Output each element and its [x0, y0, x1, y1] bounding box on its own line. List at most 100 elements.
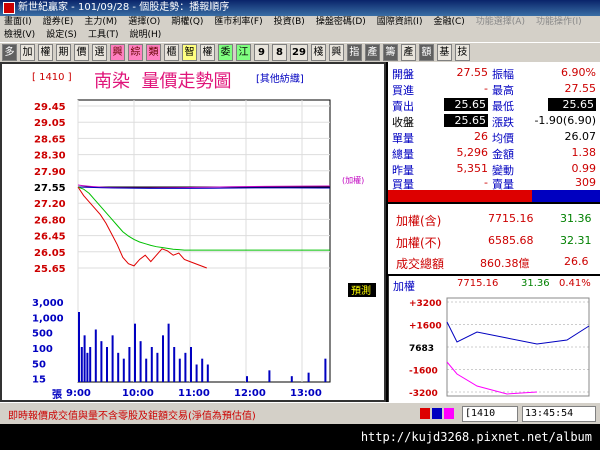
- volume-tick-label: 50: [32, 359, 46, 370]
- volume-tick-label: 3,000: [32, 298, 64, 309]
- volume-bar: [145, 358, 148, 382]
- index-panel: 加權(含) 7715.16 31.36 加權(不) 6585.68 32.31 …: [388, 204, 600, 274]
- volume-bar: [162, 335, 164, 382]
- avg-value: 26.07: [564, 130, 597, 143]
- volume-bar: [89, 347, 92, 382]
- toolbar-button[interactable]: 基: [436, 44, 452, 61]
- toolbar-button[interactable]: 額: [418, 44, 434, 61]
- ask-value: 25.65: [444, 98, 488, 111]
- toolbar-button[interactable]: 江: [236, 44, 251, 61]
- menu-item[interactable]: 期權(Q): [171, 16, 203, 29]
- volume-bar: [117, 352, 120, 382]
- toolbar-button[interactable]: 籌: [382, 44, 398, 61]
- close-value: 25.65: [444, 114, 488, 127]
- menu-item[interactable]: 說明(H): [129, 29, 161, 42]
- toolbar-button[interactable]: 智: [182, 44, 197, 61]
- toolbar-button[interactable]: 價: [74, 44, 89, 61]
- toolbar-button[interactable]: 綜: [128, 44, 143, 61]
- toolbar-button[interactable]: 期: [56, 44, 71, 61]
- turnover-value: 860.38億: [480, 257, 530, 270]
- menu-item[interactable]: 金融(C): [433, 16, 464, 29]
- toolbar: 多加權期價選興綜類櫃智權委江 9 8 29 棧興指產籌產額基技: [0, 42, 600, 62]
- ask-label: 賣出: [392, 100, 414, 113]
- menu-row-2: 檢視(V) 設定(S) 工具(T) 說明(H): [4, 29, 600, 42]
- chart-title-text: 量價走勢圖: [141, 71, 232, 92]
- volume-bar: [173, 347, 176, 382]
- toolbar-button[interactable]: 委: [218, 44, 233, 61]
- menu-item[interactable]: 檢視(V): [4, 29, 35, 42]
- toolbar-button[interactable]: 產: [364, 44, 380, 61]
- price-tick-label: 27.55: [34, 183, 66, 194]
- menu-item[interactable]: 操盤密碼(D): [316, 16, 366, 29]
- price-tick-label: 29.45: [34, 102, 66, 113]
- menu-item[interactable]: 工具(T): [88, 29, 119, 42]
- quote-panel: 開盤 27.55 振幅 6.90% 買進 - 最高 27.55 賣出 25.65…: [388, 62, 600, 191]
- toolbar-button[interactable]: 9: [254, 44, 269, 61]
- close-label: 收盤: [392, 116, 414, 129]
- turnover-label: 成交總額: [396, 257, 445, 271]
- watermark-url: http://kujd3268.pixnet.net/album: [360, 430, 592, 444]
- time-tick-label: 12:00: [234, 388, 266, 399]
- toolbar-button[interactable]: 權: [38, 44, 53, 61]
- toolbar-button[interactable]: 多: [2, 44, 17, 61]
- menu-item[interactable]: 畫面(I): [4, 16, 32, 29]
- quote-row-ask: 賣出 25.65 最低 25.65: [388, 98, 600, 113]
- volume-bar: [128, 347, 131, 382]
- toolbar-button[interactable]: 櫃: [164, 44, 179, 61]
- index-incl-value: 7715.16: [488, 212, 534, 225]
- mini-index-line: [446, 321, 590, 345]
- buy-sell-bar: [388, 190, 600, 202]
- menu-item[interactable]: 功能選擇(A): [476, 16, 525, 29]
- menu-item[interactable]: 投資(B): [274, 16, 305, 29]
- volume-bar: [78, 312, 80, 382]
- toolbar-button[interactable]: 產: [400, 44, 416, 61]
- amp-label: 振幅: [492, 68, 514, 81]
- toolbar-button[interactable]: 興: [110, 44, 125, 61]
- prev-value: 5,351: [456, 162, 489, 175]
- menu-item[interactable]: 功能操作(I): [536, 16, 582, 29]
- menu-item[interactable]: 設定(S): [46, 29, 77, 42]
- menu-item[interactable]: 證券(E): [43, 16, 74, 29]
- price-tick-label: 27.90: [34, 167, 66, 178]
- status-note: 即時報價成交值與量不含零股及鉅額交易(淨值為預估值): [8, 411, 256, 422]
- toolbar-button[interactable]: 29: [290, 44, 308, 61]
- menu-row-1: 畫面(I) 證券(E) 主力(M) 選擇(O) 期權(Q) 匯市利率(F) 投資(B) 操盤密…: [4, 16, 600, 29]
- toolbar-button[interactable]: 指: [346, 44, 362, 61]
- toolbar-button[interactable]: 8: [272, 44, 287, 61]
- toolbar-button[interactable]: 選: [92, 44, 107, 61]
- volume-tick-label: 500: [32, 329, 53, 340]
- toolbar-button[interactable]: 權: [200, 44, 215, 61]
- open-label: 開盤: [392, 68, 414, 81]
- toolbar-button[interactable]: 加: [20, 44, 35, 61]
- chart-title: 南染 量價走勢圖: [94, 67, 231, 93]
- quote-row-buyvol: 買量 - 賣量 309: [388, 176, 600, 191]
- menu-item[interactable]: 匯市利率(F): [214, 16, 262, 29]
- menu-item[interactable]: 國際資訊(I): [377, 16, 423, 29]
- volume-bar: [122, 358, 125, 382]
- menu-item[interactable]: 主力(M): [84, 16, 117, 29]
- index-excl-label: 加權(不): [396, 236, 442, 250]
- volume-bar: [139, 341, 142, 382]
- volume-bar: [80, 347, 83, 382]
- toolbar-button[interactable]: 興: [328, 44, 344, 61]
- volume-tick-label: 100: [32, 344, 53, 355]
- toolbar-button[interactable]: 類: [146, 44, 161, 61]
- toolbar-button[interactable]: 棧: [310, 44, 326, 61]
- toolbar-button[interactable]: 技: [454, 44, 470, 61]
- bid-value: -: [484, 82, 488, 95]
- status-code[interactable]: [1410: [462, 406, 518, 422]
- mini-tick-label: -1600: [409, 367, 438, 377]
- avg-label: 均價: [492, 132, 514, 145]
- volume-bar: [111, 335, 114, 382]
- price-tick-label: 26.80: [34, 215, 66, 226]
- vary-value: 0.99: [571, 162, 597, 175]
- index-row-excl: 加權(不) 6585.68 32.31: [388, 234, 600, 254]
- menu-item[interactable]: 選擇(O): [128, 16, 160, 29]
- volume-bar: [190, 347, 192, 382]
- index-row-turnover: 成交總額 860.38億 26.6: [388, 255, 600, 275]
- app-icon: [3, 2, 15, 14]
- volume-bar: [178, 358, 181, 382]
- turnover-change: 26.6: [564, 255, 589, 268]
- lot-label: 單量: [392, 132, 414, 145]
- mini-tick-label: +3200: [409, 299, 442, 309]
